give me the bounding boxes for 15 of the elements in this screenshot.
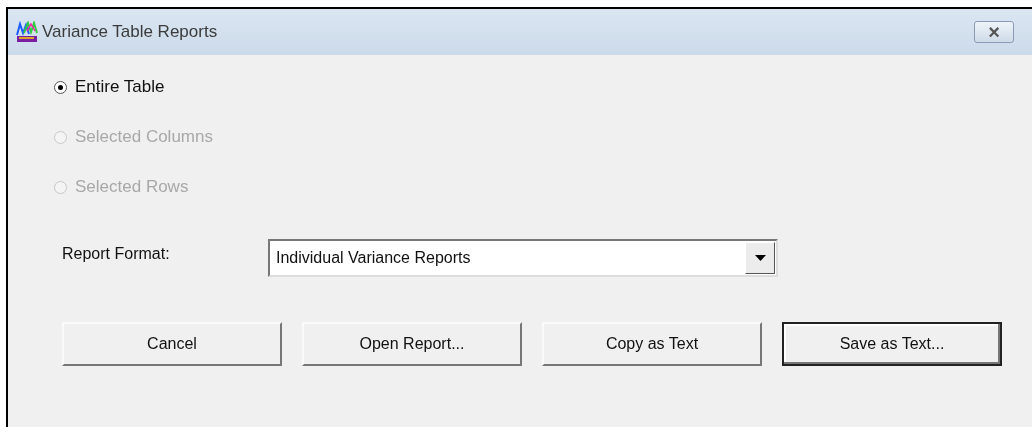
format-dropdown[interactable]: Individual Variance Reports	[268, 239, 778, 277]
close-button[interactable]: ×	[974, 21, 1014, 43]
caret-icon	[754, 255, 766, 261]
radio-label: Selected Rows	[75, 176, 189, 199]
radio-button[interactable]	[54, 80, 67, 94]
dialog-button[interactable]: Open Report...	[302, 322, 522, 366]
dropdown-arrow-button[interactable]	[745, 242, 775, 274]
dialog-button[interactable]: Cancel	[62, 322, 282, 366]
window-title: Variance Table Reports	[42, 21, 218, 44]
field-label: Report Format:	[62, 244, 171, 264]
dialog-button[interactable]: Copy as Text	[542, 322, 762, 366]
dialog-button[interactable]: Save as Text...	[782, 322, 1002, 366]
chart-icon	[16, 21, 38, 43]
radio-label: Entire Table	[75, 76, 165, 99]
radio-label: Selected Columns	[75, 126, 213, 149]
